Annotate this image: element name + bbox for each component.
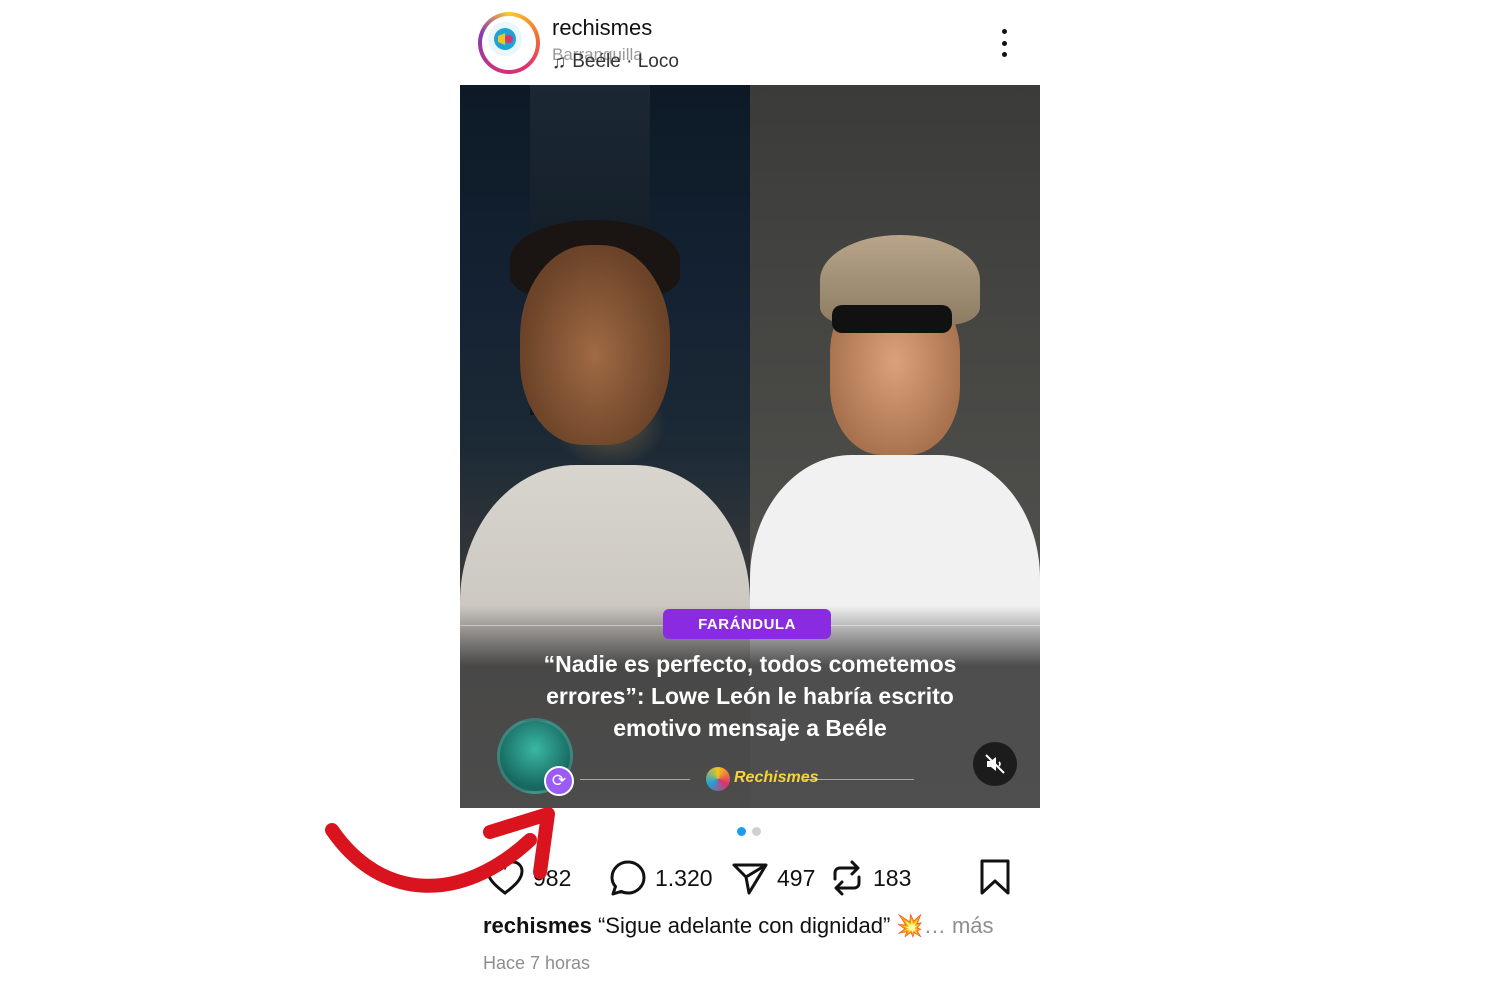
post-music[interactable]: ♫ Beéle · Loco [552,51,679,73]
comment-icon [610,860,646,896]
repost-button[interactable]: 183 [829,858,911,898]
rechismes-logo-icon [488,22,522,56]
share-count: 497 [777,864,816,891]
carousel-dot [752,827,761,836]
repost-icon [833,860,861,896]
brand-logo-icon [706,767,730,791]
caption-text: “Sigue adelante con dignidad” 💥 [597,913,924,938]
post-headline: “Nadie es perfecto, todos cometemos erro… [543,651,957,741]
heart-icon [486,860,524,895]
save-button[interactable] [977,858,1013,896]
post-media[interactable]: FARÁNDULA “Nadie es perfecto, todos come… [460,85,1040,808]
caption-more-link[interactable]: … más [924,913,994,938]
mute-button[interactable] [973,742,1017,786]
repost-count: 183 [873,864,912,891]
category-badge: FARÁNDULA [663,609,831,639]
carousel-indicator [737,827,761,836]
music-track-label: Beéle · Loco [572,51,679,72]
post-username[interactable]: rechismes [552,15,652,41]
speaker-muted-icon [985,754,1005,774]
like-button[interactable]: 982 [485,858,571,898]
brand-watermark: Rechismes [580,765,914,793]
profile-avatar[interactable] [478,12,540,74]
bookmark-icon [980,859,1010,895]
comment-count: 1.320 [655,864,713,891]
post-caption: rechismes “Sigue adelante con dignidad” … [483,913,994,939]
more-options-button[interactable] [990,26,1018,60]
send-icon [732,863,768,895]
music-note-icon: ♫ [552,51,567,73]
post-timestamp: Hace 7 horas [483,953,591,973]
caption-username[interactable]: rechismes [483,913,592,938]
share-button[interactable]: 497 [731,858,815,898]
repost-badge-icon: ⟳ [544,766,574,796]
brand-name: Rechismes [734,769,819,786]
like-count: 982 [533,864,572,891]
comment-button[interactable]: 1.320 [609,858,713,898]
carousel-dot-active [737,827,746,836]
